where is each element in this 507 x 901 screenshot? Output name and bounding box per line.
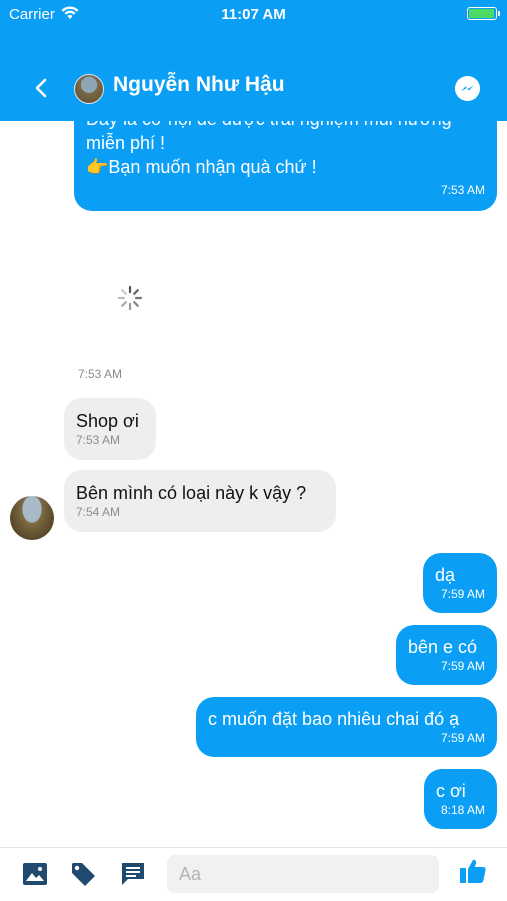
message-text: Đây là cơ hội để được trải nghiệm mùi hư… [86, 121, 485, 131]
message-text: miễn phí ! [86, 133, 166, 153]
message-bubble-incoming[interactable]: Shop ơi 7:53 AM [64, 398, 156, 460]
battery-icon [467, 7, 500, 20]
avatar[interactable] [74, 74, 104, 104]
composer-bar [0, 847, 507, 901]
message-bubble-outgoing[interactable]: Đây là cơ hội để được trải nghiệm mùi hư… [74, 121, 497, 211]
message-time: 7:59 AM [440, 659, 485, 673]
message-time: 7:53 AM [76, 433, 121, 447]
message-bubble-outgoing[interactable]: dạ 7:59 AM [423, 553, 497, 613]
message-bubble-incoming[interactable]: Bên mình có loại này k vậy ? 7:54 AM [64, 470, 336, 532]
message-text: c muốn đặt bao nhiêu chai đó ạ [208, 709, 460, 729]
message-time: 7:59 AM [440, 731, 485, 745]
tag-icon[interactable] [70, 861, 98, 889]
clock: 11:07 AM [221, 6, 286, 23]
avatar[interactable] [10, 496, 54, 540]
message-time: 7:54 AM [76, 505, 121, 519]
page-title[interactable]: Nguyễn Như Hậu [113, 73, 285, 97]
message-time: 7:53 AM [440, 183, 485, 197]
message-text: Bên mình có loại này k vậy ? [76, 483, 307, 503]
message-bubble-outgoing[interactable]: c muốn đặt bao nhiêu chai đó ạ 7:59 AM [196, 697, 497, 757]
loading-spinner-icon [117, 285, 143, 311]
message-text: Shop ơi [76, 411, 139, 431]
message-time: 8:18 AM [440, 803, 485, 817]
message-time: 7:53 AM [78, 367, 123, 381]
message-list[interactable]: Đây là cơ hội để được trải nghiệm mùi hư… [0, 121, 507, 847]
chevron-left-icon[interactable] [30, 74, 52, 102]
message-bubble-outgoing[interactable]: c ơi 8:18 AM [424, 769, 497, 829]
message-text: c ơi [436, 781, 466, 801]
status-bar: Carrier 11:07 AM [0, 0, 507, 28]
message-input[interactable] [167, 855, 439, 893]
image-icon[interactable] [22, 862, 48, 886]
quick-reply-icon[interactable] [120, 861, 146, 887]
message-text: bên e có [408, 637, 478, 657]
messenger-icon[interactable] [455, 76, 480, 101]
navigation-header: Carrier 11:07 AM Nguyễn Như Hậu [0, 0, 507, 121]
like-icon[interactable] [458, 856, 488, 886]
message-text: 👉Bạn muốn nhận quà chứ ! [86, 157, 317, 177]
message-text: dạ [435, 565, 456, 585]
message-time: 7:59 AM [440, 587, 485, 601]
message-bubble-outgoing[interactable]: bên e có 7:59 AM [396, 625, 497, 685]
